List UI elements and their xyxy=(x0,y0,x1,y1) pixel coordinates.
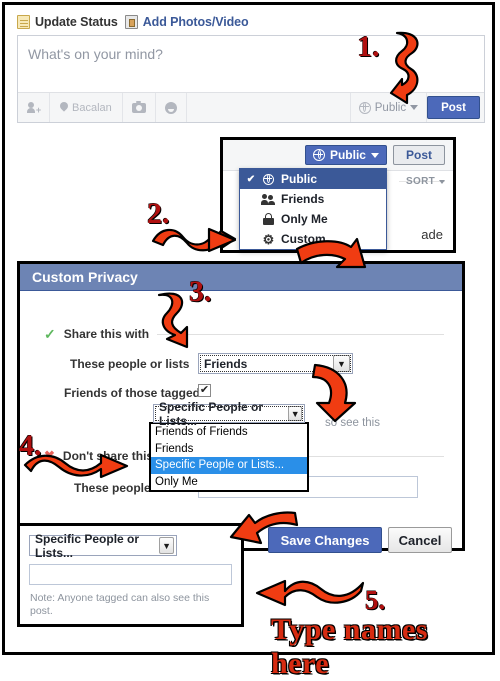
tagged-checkbox-label: Friends of those tagged xyxy=(64,386,201,400)
photo-icon xyxy=(124,15,138,29)
type-names-input[interactable] xyxy=(29,564,232,585)
camera-icon xyxy=(131,100,146,113)
note-icon xyxy=(17,15,30,29)
toolbar-spacer xyxy=(187,93,351,122)
tag-people-button[interactable]: + xyxy=(18,93,50,122)
tagged-note: Note: Anyone tagged can also see this po… xyxy=(30,592,210,617)
privacy-option-label: Public xyxy=(281,172,318,186)
globe-icon xyxy=(358,101,371,114)
checkmark-icon: ✔ xyxy=(199,384,210,396)
option-specific-people-or-lists[interactable]: Specific People or Lists... xyxy=(151,457,307,474)
annotation-step-2: 2. xyxy=(147,197,170,230)
share-field-label: These people or lists xyxy=(70,357,190,371)
chevron-down-icon[interactable]: ▼ xyxy=(159,537,174,554)
annotation-step-5: 5. xyxy=(365,585,386,615)
section-divider xyxy=(157,333,444,335)
checkin-button[interactable]: Bacalan xyxy=(50,93,123,122)
share-section-label: Share this with xyxy=(63,327,150,341)
post-button[interactable]: Post xyxy=(427,96,480,119)
chevron-down-icon xyxy=(370,152,379,158)
composer-header: Update Status Add Photos/Video xyxy=(17,13,249,31)
tag-person-icon: + xyxy=(27,101,41,114)
privacy-option-only-me[interactable]: Only Me xyxy=(240,209,386,229)
screenshot-root: Update Status Add Photos/Video What's on… xyxy=(0,0,500,680)
privacy-label: Public xyxy=(374,101,407,114)
update-status-label: Update Status xyxy=(35,15,118,29)
update-status-tab[interactable]: Update Status xyxy=(17,15,118,29)
chevron-down-icon xyxy=(410,105,419,110)
sort-label: SORT xyxy=(406,176,435,187)
outer-frame: Update Status Add Photos/Video What's on… xyxy=(2,2,495,680)
location-label: Bacalan xyxy=(72,101,112,114)
gear-icon: ⚙ xyxy=(262,231,275,247)
specific-people-select-value: Specific People or Lists... xyxy=(159,399,264,428)
chevron-down-icon xyxy=(439,179,445,184)
friends-icon xyxy=(261,193,275,205)
cancel-button[interactable]: Cancel xyxy=(388,527,452,553)
add-photos-label: Add Photos/Video xyxy=(142,15,249,29)
chevron-down-icon[interactable]: ▼ xyxy=(333,355,350,372)
share-section-header: ✓ Share this with xyxy=(44,327,444,341)
globe-icon xyxy=(262,173,275,185)
share-with-select[interactable]: Friends ▼ xyxy=(198,353,353,374)
save-changes-button[interactable]: Save Changes xyxy=(268,527,382,553)
privacy-active-label: Public xyxy=(329,148,366,162)
chevron-down-icon[interactable]: ▼ xyxy=(288,406,302,421)
friends-of-tagged-checkbox[interactable]: ✔ xyxy=(198,384,211,397)
status-composer[interactable]: What's on your mind? + Bacalan Public Po… xyxy=(17,35,485,123)
dont-share-section-label: Don't share this xyxy=(62,449,154,463)
privacy-popup-inset: Public Post SORT ade ✔ Public Friends On… xyxy=(220,137,456,253)
specific-people-option-list: Friends of Friends Friends Specific Peop… xyxy=(149,422,309,492)
sort-control[interactable]: SORT xyxy=(406,176,445,187)
option-friends[interactable]: Friends xyxy=(151,441,307,458)
composer-placeholder[interactable]: What's on your mind? xyxy=(28,46,163,62)
location-pin-icon xyxy=(60,102,68,114)
checkmark-icon: ✔ xyxy=(246,173,256,185)
privacy-selector-active[interactable]: Public xyxy=(304,145,387,165)
privacy-dropdown-menu: ✔ Public Friends Only Me ⚙ Custom xyxy=(239,168,387,250)
dialog-title: Custom Privacy xyxy=(20,264,462,291)
privacy-option-label: Custom xyxy=(281,232,326,246)
popup-toolbar: Public Post xyxy=(223,140,453,171)
red-x-icon: ✖ xyxy=(44,448,55,463)
bottom-inset-panel: Specific People or Lists... ▼ Note: Anyo… xyxy=(17,523,244,627)
partial-background-text: ade xyxy=(421,227,443,242)
arrow-step-5 xyxy=(255,579,365,607)
share-with-value: Friends xyxy=(204,356,248,371)
specific-people-select[interactable]: Specific People or Lists... ▼ xyxy=(153,400,305,428)
annotation-type-names-here: Type names here xyxy=(271,613,428,680)
add-photos-video-tab[interactable]: Add Photos/Video xyxy=(124,15,249,29)
privacy-selector-button[interactable]: Public xyxy=(351,93,428,122)
bottom-specific-people-select[interactable]: Specific People or Lists... ▼ xyxy=(29,532,177,560)
privacy-option-custom[interactable]: ⚙ Custom xyxy=(240,229,386,249)
also-see-this-text: so see this xyxy=(325,417,380,429)
option-only-me[interactable]: Only Me xyxy=(151,474,307,491)
privacy-option-label: Friends xyxy=(281,192,325,206)
feeling-button[interactable] xyxy=(156,93,187,122)
camera-button[interactable] xyxy=(123,93,156,122)
smiley-icon xyxy=(164,101,177,114)
lock-icon xyxy=(262,213,275,225)
green-check-icon: ✓ xyxy=(44,326,56,342)
privacy-option-label: Only Me xyxy=(281,212,328,226)
privacy-option-public[interactable]: ✔ Public xyxy=(240,169,386,189)
bottom-select-value: Specific People or Lists... xyxy=(35,531,140,560)
post-button[interactable]: Post xyxy=(392,145,445,165)
composer-toolbar: + Bacalan Public Post xyxy=(18,92,484,122)
globe-icon xyxy=(312,149,325,161)
privacy-option-friends[interactable]: Friends xyxy=(240,189,386,209)
